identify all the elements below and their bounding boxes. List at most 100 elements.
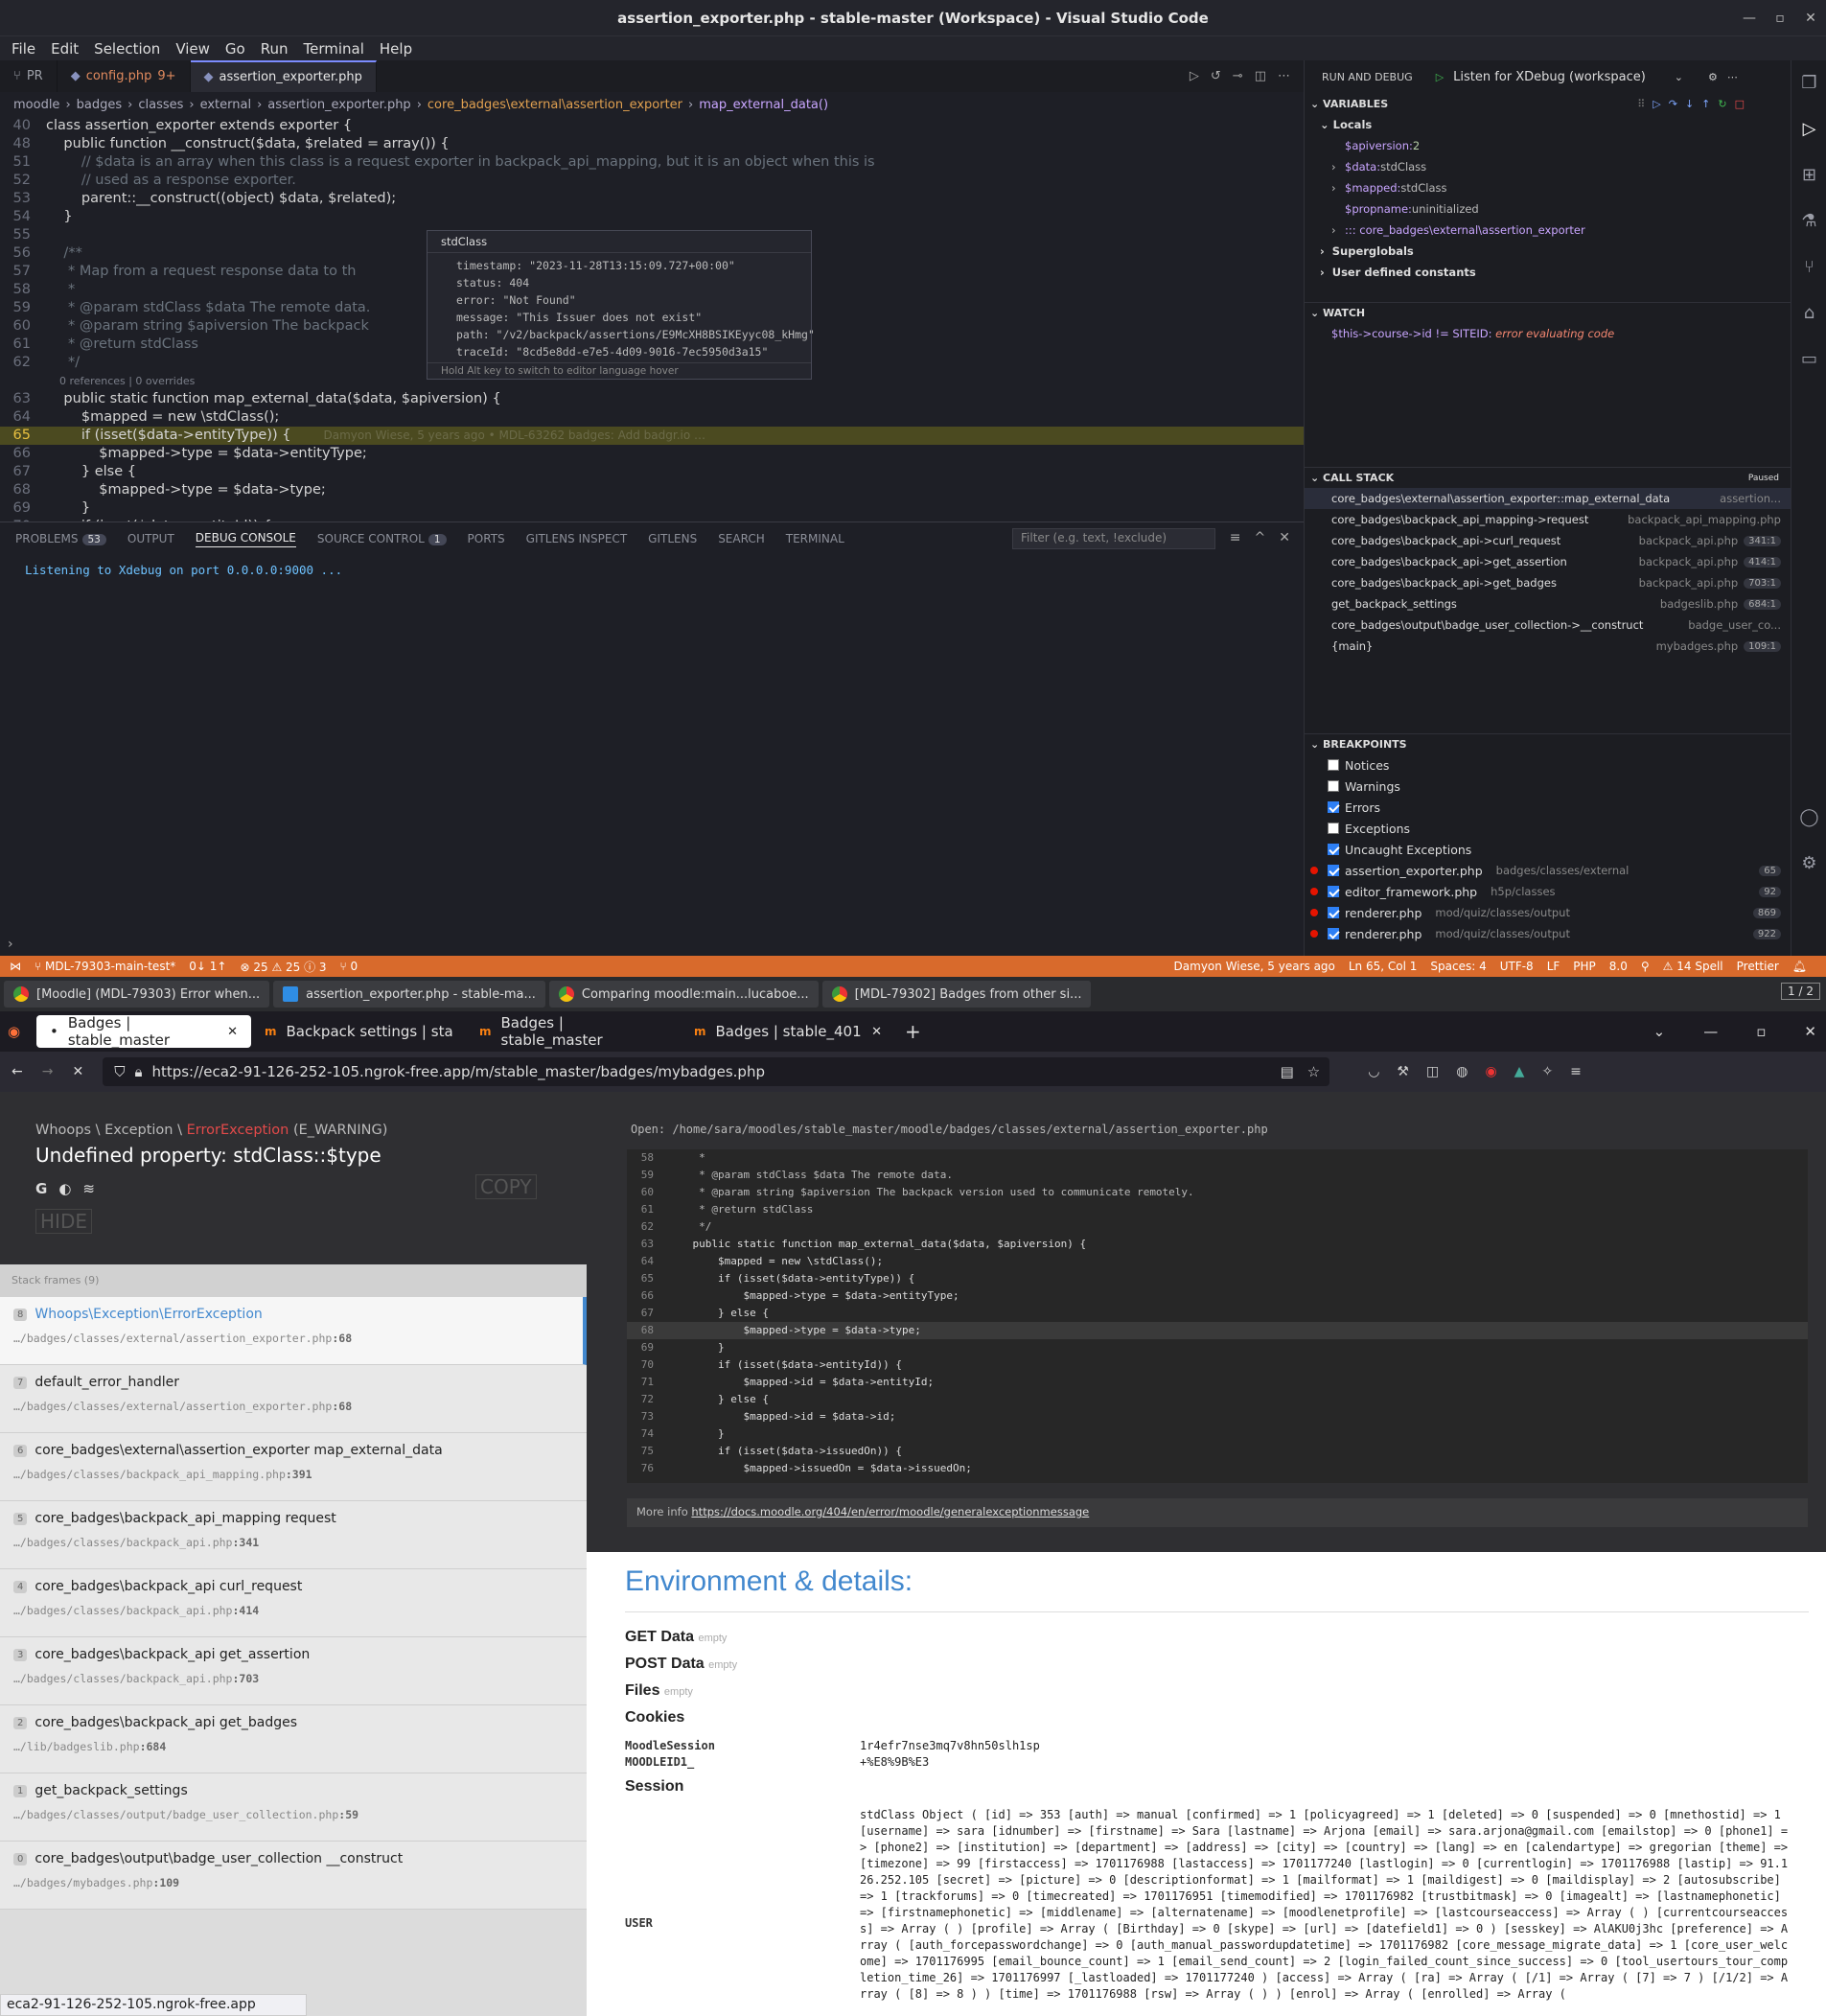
indent-status[interactable]: Spaces: 4 (1430, 960, 1486, 973)
copilot-icon[interactable]: ⚲ (1641, 960, 1650, 973)
maximize-icon[interactable]: ▫ (1756, 1023, 1766, 1040)
start-debug-icon[interactable]: ▷ (1436, 71, 1444, 83)
stackoverflow-search-icon[interactable]: ≋ (82, 1180, 95, 1197)
menu-file[interactable]: File (4, 40, 43, 58)
step-over-icon[interactable]: ↷ (1669, 98, 1685, 110)
minimize-icon[interactable]: — (1703, 1023, 1718, 1040)
breakpoint-item[interactable]: assertion_exporter.php badges/classes/ext… (1305, 860, 1791, 881)
settings-gear-icon[interactable]: ⚙ (1791, 841, 1826, 887)
debug-config-select[interactable]: Listen for XDebug (workspace) (1453, 70, 1646, 84)
breakpoint-checkbox[interactable] (1328, 865, 1339, 876)
close-tab-icon[interactable]: ✕ (227, 1025, 238, 1039)
breakpoint-checkbox[interactable] (1328, 759, 1339, 771)
menu-run[interactable]: Run (253, 40, 296, 58)
sync-status[interactable]: 0↓ 1↑ (189, 960, 226, 973)
maximize-icon[interactable]: ▫ (1765, 0, 1795, 36)
account-icon[interactable]: ◯ (1791, 795, 1826, 841)
tab-assertion-exporter[interactable]: ◆ assertion_exporter.php (190, 60, 377, 92)
stack-frame[interactable]: 2 core_badges\backpack_api get_badges …/li… (0, 1705, 587, 1773)
watch-section-header[interactable]: ⌄ WATCH (1305, 302, 1791, 323)
browser-tab[interactable]: mBackpack settings | stable (251, 1015, 466, 1048)
console-filter-input[interactable]: Filter (e.g. text, !exclude) (1012, 528, 1215, 549)
browser-tab[interactable]: m Badges | stable_401 ✕ (681, 1015, 895, 1048)
stack-frame[interactable]: 0 core_badges\output\badge_user_collectio… (0, 1842, 587, 1910)
step-into-icon[interactable]: ↓ (1685, 98, 1701, 110)
variable-item[interactable]: › $data: stdClass (1305, 156, 1791, 177)
breadcrumb-item[interactable]: core_badges\external\assertion_exporter (428, 98, 682, 112)
open-file-path[interactable]: Open: /home/sara/moodles/stable_master/m… (631, 1123, 1268, 1136)
testing-icon[interactable]: ⚗ (1791, 198, 1826, 244)
restart-icon[interactable]: ↻ (1718, 98, 1734, 110)
variable-item[interactable]: $propname: uninitialized (1305, 198, 1791, 220)
sidebar-icon[interactable]: ◫ (1426, 1064, 1439, 1079)
url-bar[interactable]: ⛉ 🔒︎ https://eca2-91-126-252-105.ngrok-f… (103, 1057, 1330, 1086)
run-icon[interactable]: ▷ (1190, 69, 1199, 83)
browser-tab[interactable]: • Badges | stable_master ✕ (36, 1014, 251, 1049)
menu-selection[interactable]: Selection (86, 40, 168, 58)
source-control-icon[interactable]: ⑂ (1791, 244, 1826, 290)
close-icon[interactable]: ✕ (1804, 1023, 1816, 1040)
breakpoint-item[interactable]: Notices (1305, 754, 1791, 776)
breadcrumb-item[interactable]: assertion_exporter.php (267, 98, 410, 112)
callstack-frame[interactable]: core_badges\backpack_api->get_assertion b… (1305, 551, 1791, 572)
hamburger-menu-icon[interactable]: ≡ (1570, 1064, 1582, 1079)
blame-status[interactable]: Damyon Wiese, 5 years ago (1174, 960, 1335, 973)
tab-debug-console[interactable]: DEBUG CONSOLE (195, 531, 296, 547)
breakpoint-checkbox[interactable] (1328, 886, 1339, 897)
taskbar-item[interactable]: [MDL-79302] Badges from other si... (821, 981, 1092, 1008)
breakpoint-checkbox[interactable] (1328, 780, 1339, 792)
more-actions-icon[interactable]: ⋯ (1727, 71, 1738, 83)
new-tab-icon[interactable]: + (895, 1020, 931, 1043)
stack-frame[interactable]: 4 core_badges\backpack_api curl_request …/… (0, 1569, 587, 1637)
ports-status[interactable]: ⑂ 0 (340, 960, 358, 973)
eol-status[interactable]: LF (1547, 960, 1560, 973)
pocket-icon[interactable]: ◡ (1368, 1064, 1379, 1079)
close-panel-icon[interactable]: ✕ (1279, 530, 1290, 545)
history-icon[interactable]: ↺ (1211, 69, 1221, 83)
url-text[interactable]: https://eca2-91-126-252-105.ngrok-free.a… (151, 1063, 765, 1080)
run-debug-icon[interactable]: ▷ (1791, 106, 1826, 152)
extension-icon[interactable]: ◍ (1456, 1064, 1468, 1079)
callstack-frame[interactable]: core_badges\backpack_api->get_badges back… (1305, 572, 1791, 593)
breakpoint-checkbox[interactable] (1328, 907, 1339, 918)
breakpoint-item[interactable]: renderer.php mod/quiz/classes/output 922 (1305, 923, 1791, 944)
breakpoint-checkbox[interactable] (1328, 928, 1339, 939)
tab-gitlens-inspect[interactable]: GITLENS INSPECT (526, 532, 628, 545)
cursor-position[interactable]: Ln 65, Col 1 (1349, 960, 1418, 973)
menu-view[interactable]: View (168, 40, 218, 58)
clear-console-icon[interactable]: ≡ (1230, 530, 1241, 545)
menu-edit[interactable]: Edit (43, 40, 86, 58)
breadcrumb-item[interactable]: map_external_data() (699, 98, 828, 112)
menu-help[interactable]: Help (372, 40, 420, 58)
tab-gitlens[interactable]: GITLENS (648, 532, 697, 545)
chevron-down-icon[interactable]: ⌄ (1675, 71, 1683, 83)
tab-search[interactable]: SEARCH (718, 532, 765, 545)
copy-button[interactable]: COPY (475, 1174, 537, 1199)
tab-pr[interactable]: ⑂ PR (0, 60, 58, 92)
forward-icon[interactable]: → (42, 1064, 54, 1079)
maximize-panel-icon[interactable]: ^ (1255, 530, 1266, 545)
split-editor-icon[interactable]: ◫ (1255, 69, 1266, 83)
menu-go[interactable]: Go (218, 40, 253, 58)
locals-scope[interactable]: ⌄ Locals (1305, 114, 1791, 135)
callstack-frame[interactable]: core_badges\output\badge_user_collection… (1305, 614, 1791, 636)
variables-section-header[interactable]: ⌄ VARIABLES ⠿▷↷↓↑↻□ (1305, 93, 1791, 114)
callstack-section-header[interactable]: ⌄ CALL STACK Paused (1305, 467, 1791, 488)
taskbar-item[interactable]: [Moodle] (MDL-79303) Error when... (4, 981, 270, 1008)
extensions-puzzle-icon[interactable]: ✧ (1541, 1064, 1553, 1079)
breakpoint-checkbox[interactable] (1328, 844, 1339, 855)
breakpoint-item[interactable]: editor_framework.php h5p/classes 92 (1305, 881, 1791, 902)
spell-status[interactable]: ⚠ 14 Spell (1663, 960, 1723, 973)
minimize-icon[interactable]: — (1734, 0, 1765, 36)
tools-icon[interactable]: ⚒ (1397, 1064, 1409, 1079)
callstack-frame[interactable]: core_badges\external\assertion_exporter:… (1305, 488, 1791, 509)
watch-item[interactable]: $this->course->id != SITEID: error evalu… (1305, 323, 1791, 344)
close-tab-icon[interactable]: ✕ (871, 1025, 882, 1039)
tab-output[interactable]: OUTPUT (127, 532, 174, 545)
stop-loading-icon[interactable]: ✕ (72, 1064, 83, 1079)
extensions-icon[interactable]: ⊞ (1791, 152, 1826, 198)
close-icon[interactable]: ✕ (1795, 0, 1826, 36)
tab-problems[interactable]: PROBLEMS 53 (15, 532, 106, 545)
hide-button[interactable]: HIDE (35, 1209, 92, 1234)
git-icon[interactable]: ⊸ (1233, 69, 1243, 83)
